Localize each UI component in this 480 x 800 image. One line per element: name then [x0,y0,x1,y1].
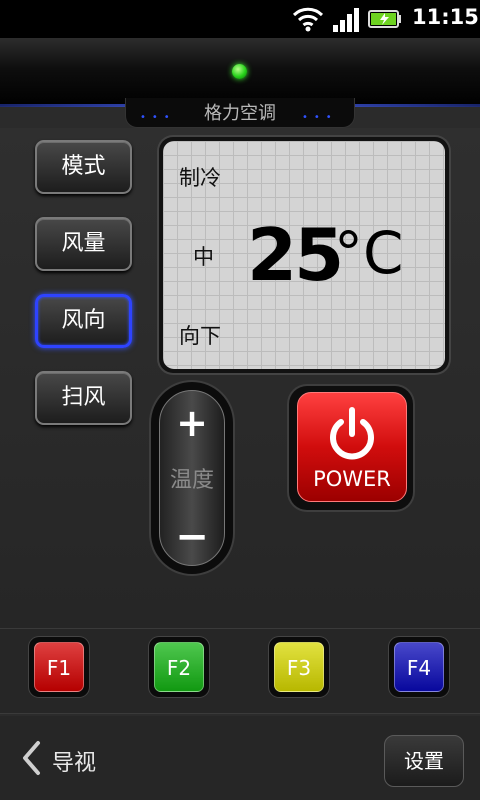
settings-button[interactable]: 设置 [384,735,464,787]
f2-button[interactable]: F2 [154,642,204,692]
signal-icon [333,8,359,32]
fan-speed-button[interactable]: 风量 [35,217,132,271]
display-fan: 中 [193,245,214,269]
battery-icon [368,10,401,28]
temp-down-button[interactable]: − [159,512,225,562]
direction-button[interactable]: 风向 [35,294,132,348]
wifi-icon [292,7,324,32]
display-mode: 制冷 [179,166,221,190]
swing-button[interactable]: 扫风 [35,371,132,425]
back-nav-label[interactable]: 导视 [52,745,96,777]
status-time: 11:15 [412,5,479,29]
f3-button[interactable]: F3 [274,642,324,692]
display-temperature: 25 [247,213,344,297]
temperature-label: 温度 [169,468,214,493]
display-unit: °C [334,219,404,287]
power-label: POWER [313,467,391,491]
power-icon [330,407,374,460]
temp-up-button[interactable]: + [159,398,225,448]
brand-title: 格力空调 [204,103,276,124]
f1-button[interactable]: F1 [34,642,84,692]
dots-left-decoration: ••• [140,112,176,123]
dots-right-decoration: ••• [302,112,338,123]
f4-button[interactable]: F4 [394,642,444,692]
signal-led [232,64,247,79]
status-bar [0,0,480,38]
display-direction: 向下 [179,324,221,348]
mode-button[interactable]: 模式 [35,140,132,194]
back-chevron-icon[interactable] [20,740,42,776]
